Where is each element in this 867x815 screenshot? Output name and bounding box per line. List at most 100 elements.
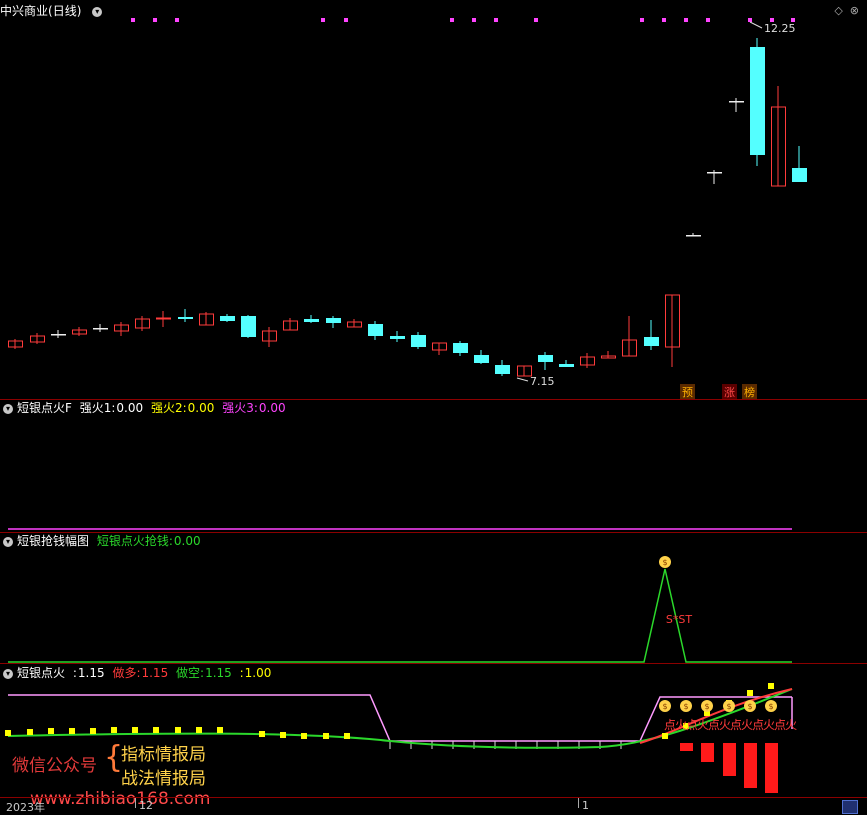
panel1-name: 短银点火F	[17, 401, 72, 415]
svg-text:$: $	[683, 702, 688, 711]
svg-text:$: $	[704, 702, 709, 711]
candle	[114, 322, 129, 336]
signal-dot	[344, 18, 348, 22]
axis-month-12: 12	[139, 799, 153, 812]
main-candle-chart: 12.25 7.15	[8, 18, 807, 388]
candle	[707, 170, 722, 184]
panel1-v3-label: 强火3:	[222, 401, 258, 415]
signal-square	[69, 728, 75, 734]
candle	[495, 360, 510, 376]
panel1-v3: 0.00	[258, 401, 286, 415]
candle	[283, 318, 298, 331]
red-bar	[744, 743, 757, 788]
signal-square	[344, 733, 350, 739]
signal-square	[175, 727, 181, 733]
panel1-plot	[8, 528, 792, 530]
fire-label: 点火	[686, 718, 709, 732]
candle	[538, 352, 553, 370]
candle	[51, 330, 66, 338]
panel3-v0-label: :	[72, 666, 77, 680]
signal-dot	[175, 18, 179, 22]
signal-square	[747, 690, 753, 696]
money-bag-icon: $	[659, 556, 671, 568]
panel3-v3-label: :	[239, 666, 244, 680]
panel1-v1-label: 强火1:	[79, 401, 116, 415]
fire-label: 点火	[708, 718, 731, 732]
candle	[347, 319, 362, 328]
svg-text:$: $	[662, 558, 667, 567]
panel3-name: 短银点火	[17, 666, 66, 680]
fire-labels: 点火点火点火点火点火点火	[664, 716, 797, 733]
panel1-collapse-icon[interactable]: ▾	[3, 403, 13, 414]
panel3-v3: 1.00	[244, 666, 272, 680]
panel1-header: ▾ 短银点火F 强火1:0.00 强火2:0.00 强火3:0.00	[0, 400, 290, 416]
candle	[432, 342, 447, 355]
svg-text:$: $	[726, 702, 731, 711]
signal-square	[196, 727, 202, 733]
signal-square	[217, 727, 223, 733]
candles	[8, 38, 807, 377]
candle	[93, 324, 108, 332]
svg-text:$: $	[747, 702, 752, 711]
panel3-v2-label: 做空:	[176, 666, 205, 680]
candle	[474, 350, 489, 364]
money-bag-icon: $	[680, 700, 692, 712]
panel3-v1: 1.15	[141, 666, 169, 680]
signal-dot	[494, 18, 498, 22]
candle	[580, 353, 595, 368]
candle	[601, 351, 616, 359]
high-price-label: 12.25	[764, 22, 796, 35]
tag-zhang: 涨	[722, 384, 737, 400]
panel3-yellow-dots	[5, 683, 774, 739]
low-price-label: 7.15	[530, 375, 555, 388]
watermark-wechat: 微信公众号	[12, 756, 97, 776]
panel2-marker: S*ST	[666, 613, 692, 626]
time-axis: 2023年 12 1	[0, 798, 867, 815]
scroll-button[interactable]	[842, 800, 858, 814]
low-marker: 7.15	[516, 375, 555, 388]
signal-square	[132, 727, 138, 733]
panel3-v1-label: 做多:	[112, 666, 141, 680]
signal-dot	[662, 18, 666, 22]
fire-label: 点火	[774, 718, 797, 732]
signal-dot	[472, 18, 476, 22]
money-bag-icon: $	[765, 700, 777, 712]
signal-square	[153, 727, 159, 733]
panel2-collapse-icon[interactable]: ▾	[3, 536, 13, 547]
panel2-plot: $ S*ST	[8, 556, 792, 663]
signal-square	[301, 733, 307, 739]
signal-square	[323, 733, 329, 739]
signal-square	[259, 731, 265, 737]
candle	[792, 146, 807, 182]
signal-dot	[640, 18, 644, 22]
signal-dot	[534, 18, 538, 22]
tag-yu: 预	[680, 384, 695, 400]
axis-month-1: 1	[582, 799, 589, 812]
candle	[453, 341, 468, 356]
candle	[559, 360, 574, 367]
candle	[30, 333, 45, 344]
candle	[771, 86, 786, 187]
signal-square	[48, 728, 54, 734]
panel3-collapse-icon[interactable]: ▾	[3, 668, 13, 679]
candle	[729, 98, 744, 112]
signal-dot	[706, 18, 710, 22]
money-bag-icon: $	[701, 700, 713, 712]
red-bar	[701, 743, 714, 762]
signal-dot	[321, 18, 325, 22]
signal-square	[280, 732, 286, 738]
panel3-v2: 1.15	[205, 666, 232, 680]
candle	[411, 332, 426, 349]
candle	[8, 339, 23, 349]
axis-year: 2023年	[6, 801, 45, 814]
candle	[156, 311, 171, 327]
money-bag-icon: $	[723, 700, 735, 712]
candle	[262, 327, 277, 347]
red-bar	[765, 743, 778, 793]
watermark-line2: 指标情报局	[121, 745, 206, 765]
signal-dot	[748, 18, 752, 22]
signal-square	[768, 683, 774, 689]
separator-3	[0, 663, 867, 664]
red-bar	[723, 743, 736, 776]
panel1-v1: 0.00	[116, 401, 144, 415]
